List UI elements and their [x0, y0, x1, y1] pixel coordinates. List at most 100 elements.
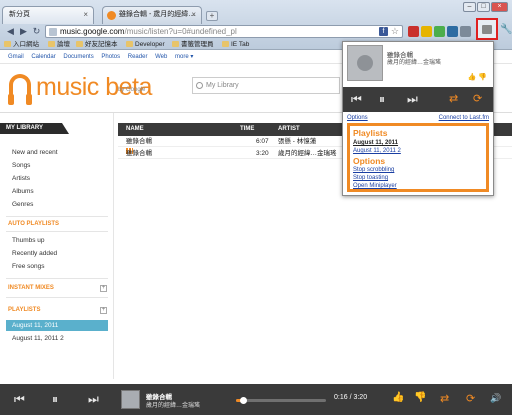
column-name[interactable]: NAME	[126, 123, 144, 136]
divider	[6, 231, 108, 232]
folder-icon	[172, 41, 179, 47]
skip-next-icon[interactable]: ⏭	[88, 391, 99, 407]
tab-close-icon[interactable]: ×	[191, 7, 196, 23]
volume-icon[interactable]: 🔊	[490, 393, 501, 404]
new-tab-button[interactable]: +	[206, 11, 218, 21]
gbar-link-web[interactable]: Web	[155, 54, 167, 60]
sidebar-item-artists[interactable]: Artists	[12, 175, 30, 182]
bookmark-star-icon[interactable]: ☆	[391, 26, 399, 37]
my-library-header: MY LIBRARY	[0, 123, 69, 134]
tab-music[interactable]: 雖錄合輯 - 歲月的經緯… ×	[102, 6, 202, 24]
gbar-link-calendar[interactable]: Calendar	[31, 54, 55, 60]
bookmark-item[interactable]: Developer	[126, 40, 165, 50]
sidebar-item-thumbs-up[interactable]: Thumbs up	[12, 237, 45, 244]
playlists-header: PLAYLISTS	[8, 307, 41, 313]
tab-new-tab[interactable]: 新分頁 ×	[2, 6, 94, 24]
stop-toasting-link[interactable]: Stop toasting	[353, 175, 388, 181]
thumbs-down-icon[interactable]: 👎	[478, 74, 487, 81]
sidebar-item-genres[interactable]: Genres	[12, 201, 33, 208]
album-art	[121, 390, 140, 409]
bookmark-item[interactable]: 入口網站	[4, 40, 39, 50]
shuffle-icon[interactable]: ⇄	[440, 391, 449, 407]
popup-controls: ⏮ ⏸ ⏭ ⇄ ⟳	[343, 87, 493, 112]
headphones-logo-icon	[8, 74, 32, 105]
extension-popup: 雖錄合輯 歲月的經緯…金瑞瑤 👍 👎 ⏮ ⏸ ⏭ ⇄ ⟳ Options Con…	[342, 41, 494, 196]
skip-next-icon[interactable]: ⏭	[407, 91, 418, 107]
popup-track-artist: 歲月的經緯…金瑞瑤	[387, 60, 442, 66]
tab-close-icon[interactable]: ×	[83, 7, 88, 23]
song-name: 雖錄合輯	[126, 138, 152, 145]
address-bar[interactable]: music.google.com/music/listen?u=0#undefi…	[45, 25, 403, 38]
reload-icon[interactable]: ↻	[30, 25, 43, 38]
popup-playlist-item[interactable]: August 11, 2011 2	[353, 148, 401, 154]
options-link[interactable]: Options	[347, 113, 368, 123]
maximize-icon[interactable]: □	[477, 2, 490, 12]
forward-arrow-icon[interactable]: ▶	[17, 25, 30, 38]
shuffle-icon[interactable]: ⇄	[449, 91, 458, 107]
sidebar-item-free-songs[interactable]: Free songs	[12, 263, 45, 270]
extension-icon[interactable]	[447, 26, 458, 37]
extension-icon[interactable]	[434, 26, 445, 37]
sidebar-item-songs[interactable]: Songs	[12, 162, 30, 169]
search-input[interactable]: My Library	[192, 77, 340, 94]
tab-label: 雖錄合輯 - 歲月的經緯…	[119, 11, 196, 18]
gbar-link-gmail[interactable]: Gmail	[8, 54, 24, 60]
add-playlist-icon[interactable]: +	[100, 307, 107, 314]
sidebar-item-albums[interactable]: Albums	[12, 188, 34, 195]
bookmark-item[interactable]: IE Tab	[222, 40, 249, 50]
thumbs-up-icon[interactable]: 👍	[468, 74, 477, 81]
repeat-icon[interactable]: ⟳	[473, 91, 482, 107]
add-instant-mix-icon[interactable]: +	[100, 285, 107, 292]
progress-bar[interactable]	[236, 397, 326, 404]
music-favicon-icon	[107, 11, 116, 20]
sidebar-item-new-and-recent[interactable]: New and recent	[12, 149, 58, 156]
gbar-link-reader[interactable]: Reader	[128, 54, 148, 60]
folder-icon	[126, 41, 133, 47]
back-arrow-icon[interactable]: ◀	[4, 25, 17, 38]
wrench-menu-icon[interactable]: 🔧	[500, 24, 512, 35]
popup-menu: Playlists August 11, 2011 August 11, 201…	[347, 123, 489, 192]
popup-playlists-header: Playlists	[353, 128, 388, 138]
skip-previous-icon[interactable]: ⏮	[351, 91, 362, 107]
extension-icon[interactable]	[421, 26, 432, 37]
open-miniplayer-link[interactable]: Open Miniplayer	[353, 183, 397, 189]
sidebar-item-recently-added[interactable]: Recently added	[12, 250, 57, 257]
navigation-bar: ◀ ▶ ↻ music.google.com/music/listen?u=0#…	[0, 24, 512, 40]
column-time[interactable]: TIME	[240, 123, 254, 136]
sidebar-playlist-item[interactable]: August 11, 2011 2	[12, 335, 64, 342]
gmail-extension-icon[interactable]	[408, 26, 419, 37]
window-controls: – □ ×	[463, 2, 508, 12]
url-path: /music/listen?u=0#undefined_pl	[124, 27, 237, 36]
facebook-icon[interactable]: f	[379, 27, 388, 36]
gbar-link-photos[interactable]: Photos	[101, 54, 120, 60]
gbar-link-more[interactable]: more ▾	[175, 54, 193, 60]
stop-scrobbling-link[interactable]: Stop scrobbling	[353, 167, 394, 173]
column-artist[interactable]: ARTIST	[278, 123, 300, 136]
connect-lastfm-link[interactable]: Connect to Last.fm	[439, 113, 489, 123]
pause-icon[interactable]: ⏸	[379, 91, 385, 107]
instant-mixes-header: INSTANT MIXES	[8, 285, 54, 291]
window-close-icon[interactable]: ×	[491, 2, 508, 12]
bookmark-item[interactable]: 論壇	[48, 40, 70, 50]
pause-icon[interactable]: ⏸	[52, 391, 58, 407]
thumbs-up-icon[interactable]: 👍	[392, 392, 404, 403]
auto-playlists-header: AUTO PLAYLISTS	[8, 221, 60, 227]
divider	[6, 278, 108, 279]
divider	[6, 297, 108, 298]
song-artist: 歲月的經緯…金瑞瑤	[278, 150, 337, 157]
music-player-icon	[482, 25, 492, 34]
gbar-link-documents[interactable]: Documents	[63, 54, 93, 60]
bookmark-item[interactable]: 書籤管理員	[172, 40, 214, 50]
sidebar-playlist-selected[interactable]: August 11, 2011	[6, 320, 108, 331]
minimize-icon[interactable]: –	[463, 2, 476, 12]
popup-now-playing: 雖錄合輯 歲月的經緯…金瑞瑤 👍 👎	[343, 42, 493, 87]
thumbs-down-icon[interactable]: 👎	[414, 392, 426, 403]
repeat-icon[interactable]: ⟳	[466, 391, 475, 407]
extension-icon[interactable]	[460, 26, 471, 37]
google-music-extension-button[interactable]	[476, 18, 498, 40]
skip-previous-icon[interactable]: ⏮	[14, 391, 25, 407]
folder-icon	[76, 41, 83, 47]
progress-handle[interactable]	[240, 397, 248, 404]
bookmark-item[interactable]: 好友記憶本	[76, 40, 118, 50]
popup-playlist-item[interactable]: August 11, 2011	[353, 140, 398, 146]
